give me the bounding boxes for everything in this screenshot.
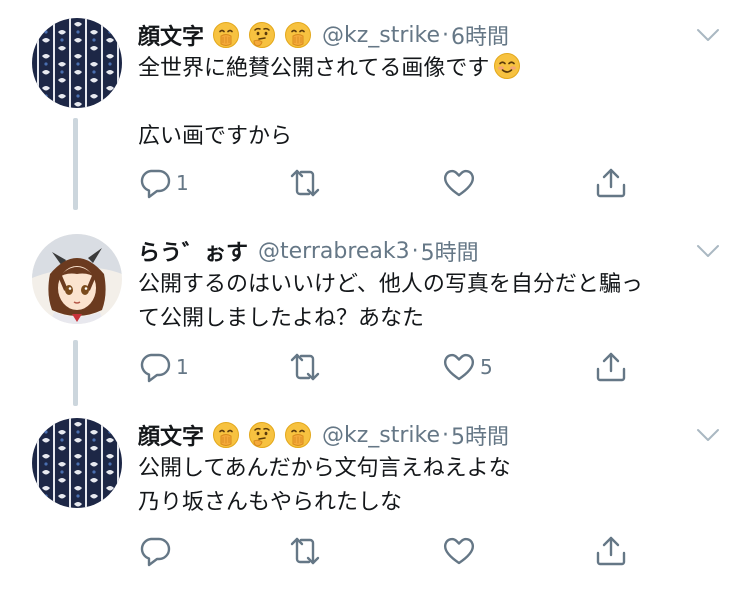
avatar[interactable]	[32, 18, 122, 108]
hand-over-mouth-emoji	[284, 21, 312, 49]
like-button[interactable]	[442, 534, 480, 568]
chevron-down-icon[interactable]	[694, 240, 722, 262]
share-icon	[594, 166, 628, 200]
tweet-header: 顔文字 @kz_strike · 5時間	[138, 418, 509, 452]
retweet-icon	[288, 166, 322, 200]
tweet-text-line: 乃り坂さんもやられたしな	[138, 490, 403, 515]
heart-icon	[442, 166, 476, 200]
reply-button[interactable]	[138, 534, 176, 568]
display-name[interactable]: 顔文字	[138, 419, 204, 451]
tweet-header: らう゛ぉす @terrabreak3 · 5時間	[138, 234, 479, 268]
retweet-button[interactable]	[288, 350, 326, 384]
tweet-text: 公開してあんだから文句言えねえよな 乃り坂さんもやられたしな	[138, 452, 511, 520]
tweet-text-line: 全世界に絶賛公開されてる画像です	[138, 56, 490, 81]
separator-dot: ·	[442, 422, 450, 448]
retweet-icon	[288, 350, 322, 384]
share-button[interactable]	[594, 166, 628, 200]
tweet-text: 公開するのはいいけど、他人の写真を自分だと騙っ て公開しましたよね？あなた	[138, 268, 643, 336]
retweet-button[interactable]	[288, 534, 326, 568]
display-name[interactable]: らう゛ぉす	[138, 235, 248, 267]
hand-over-mouth-emoji	[284, 421, 312, 449]
separator-dot: ·	[442, 22, 450, 48]
action-bar: 1	[138, 166, 638, 200]
share-icon	[594, 534, 628, 568]
avatar-image	[32, 234, 122, 324]
hand-over-mouth-emoji	[212, 21, 240, 49]
retweet-button[interactable]	[288, 166, 326, 200]
tweet-header: 顔文字 @kz_strike · 6時間	[138, 18, 509, 52]
timestamp[interactable]: 5時間	[421, 235, 479, 267]
action-bar: 1 5	[138, 350, 638, 384]
tweet-text: 全世界に絶賛公開されてる画像です 広い画ですから	[138, 52, 521, 154]
tweet-text-line: 広い画ですから	[138, 124, 293, 149]
reply-button[interactable]: 1	[138, 166, 189, 200]
thinking-emoji	[248, 21, 276, 49]
timestamp[interactable]: 5時間	[451, 419, 509, 451]
tweet-text-line: 公開するのはいいけど、他人の写真を自分だと騙っ	[138, 272, 643, 297]
thinking-emoji	[248, 421, 276, 449]
reply-icon	[138, 350, 172, 384]
reply-icon	[138, 534, 172, 568]
chevron-down-icon[interactable]	[694, 424, 722, 446]
separator-dot: ·	[411, 238, 419, 264]
reply-count: 1	[176, 171, 189, 195]
like-button[interactable]: 5	[442, 350, 493, 384]
share-button[interactable]	[594, 350, 628, 384]
handle[interactable]: @terrabreak3	[258, 239, 410, 264]
like-count: 5	[480, 355, 493, 379]
retweet-icon	[288, 534, 322, 568]
chevron-down-icon[interactable]	[694, 24, 722, 46]
reply-icon	[138, 166, 172, 200]
tweet-2[interactable]: らう゛ぉす @terrabreak3 · 5時間 公開するのはいいけど、他人の写…	[0, 234, 750, 394]
like-button[interactable]	[442, 166, 480, 200]
avatar-image	[32, 18, 122, 108]
heart-icon	[442, 350, 476, 384]
reply-count: 1	[176, 355, 189, 379]
tweet-3[interactable]: 顔文字 @kz_strike · 5時間 公開してあんだから文句言えねえよな 乃…	[0, 418, 750, 578]
tweet-text-line: て公開しましたよね？あなた	[138, 306, 425, 331]
smiling-face-emoji	[493, 52, 521, 80]
display-name[interactable]: 顔文字	[138, 19, 204, 51]
avatar-image	[32, 418, 122, 508]
handle[interactable]: @kz_strike	[322, 423, 440, 448]
action-bar	[138, 534, 638, 568]
hand-over-mouth-emoji	[212, 421, 240, 449]
heart-icon	[442, 534, 476, 568]
share-button[interactable]	[594, 534, 628, 568]
handle[interactable]: @kz_strike	[322, 23, 440, 48]
share-icon	[594, 350, 628, 384]
timestamp[interactable]: 6時間	[451, 19, 509, 51]
reply-button[interactable]: 1	[138, 350, 189, 384]
avatar[interactable]	[32, 418, 122, 508]
avatar[interactable]	[32, 234, 122, 324]
tweet-1[interactable]: 顔文字 @kz_strike · 6時間 全世界に絶賛公開されてる画像です 広い…	[0, 18, 750, 198]
tweet-text-line: 公開してあんだから文句言えねえよな	[138, 456, 511, 481]
